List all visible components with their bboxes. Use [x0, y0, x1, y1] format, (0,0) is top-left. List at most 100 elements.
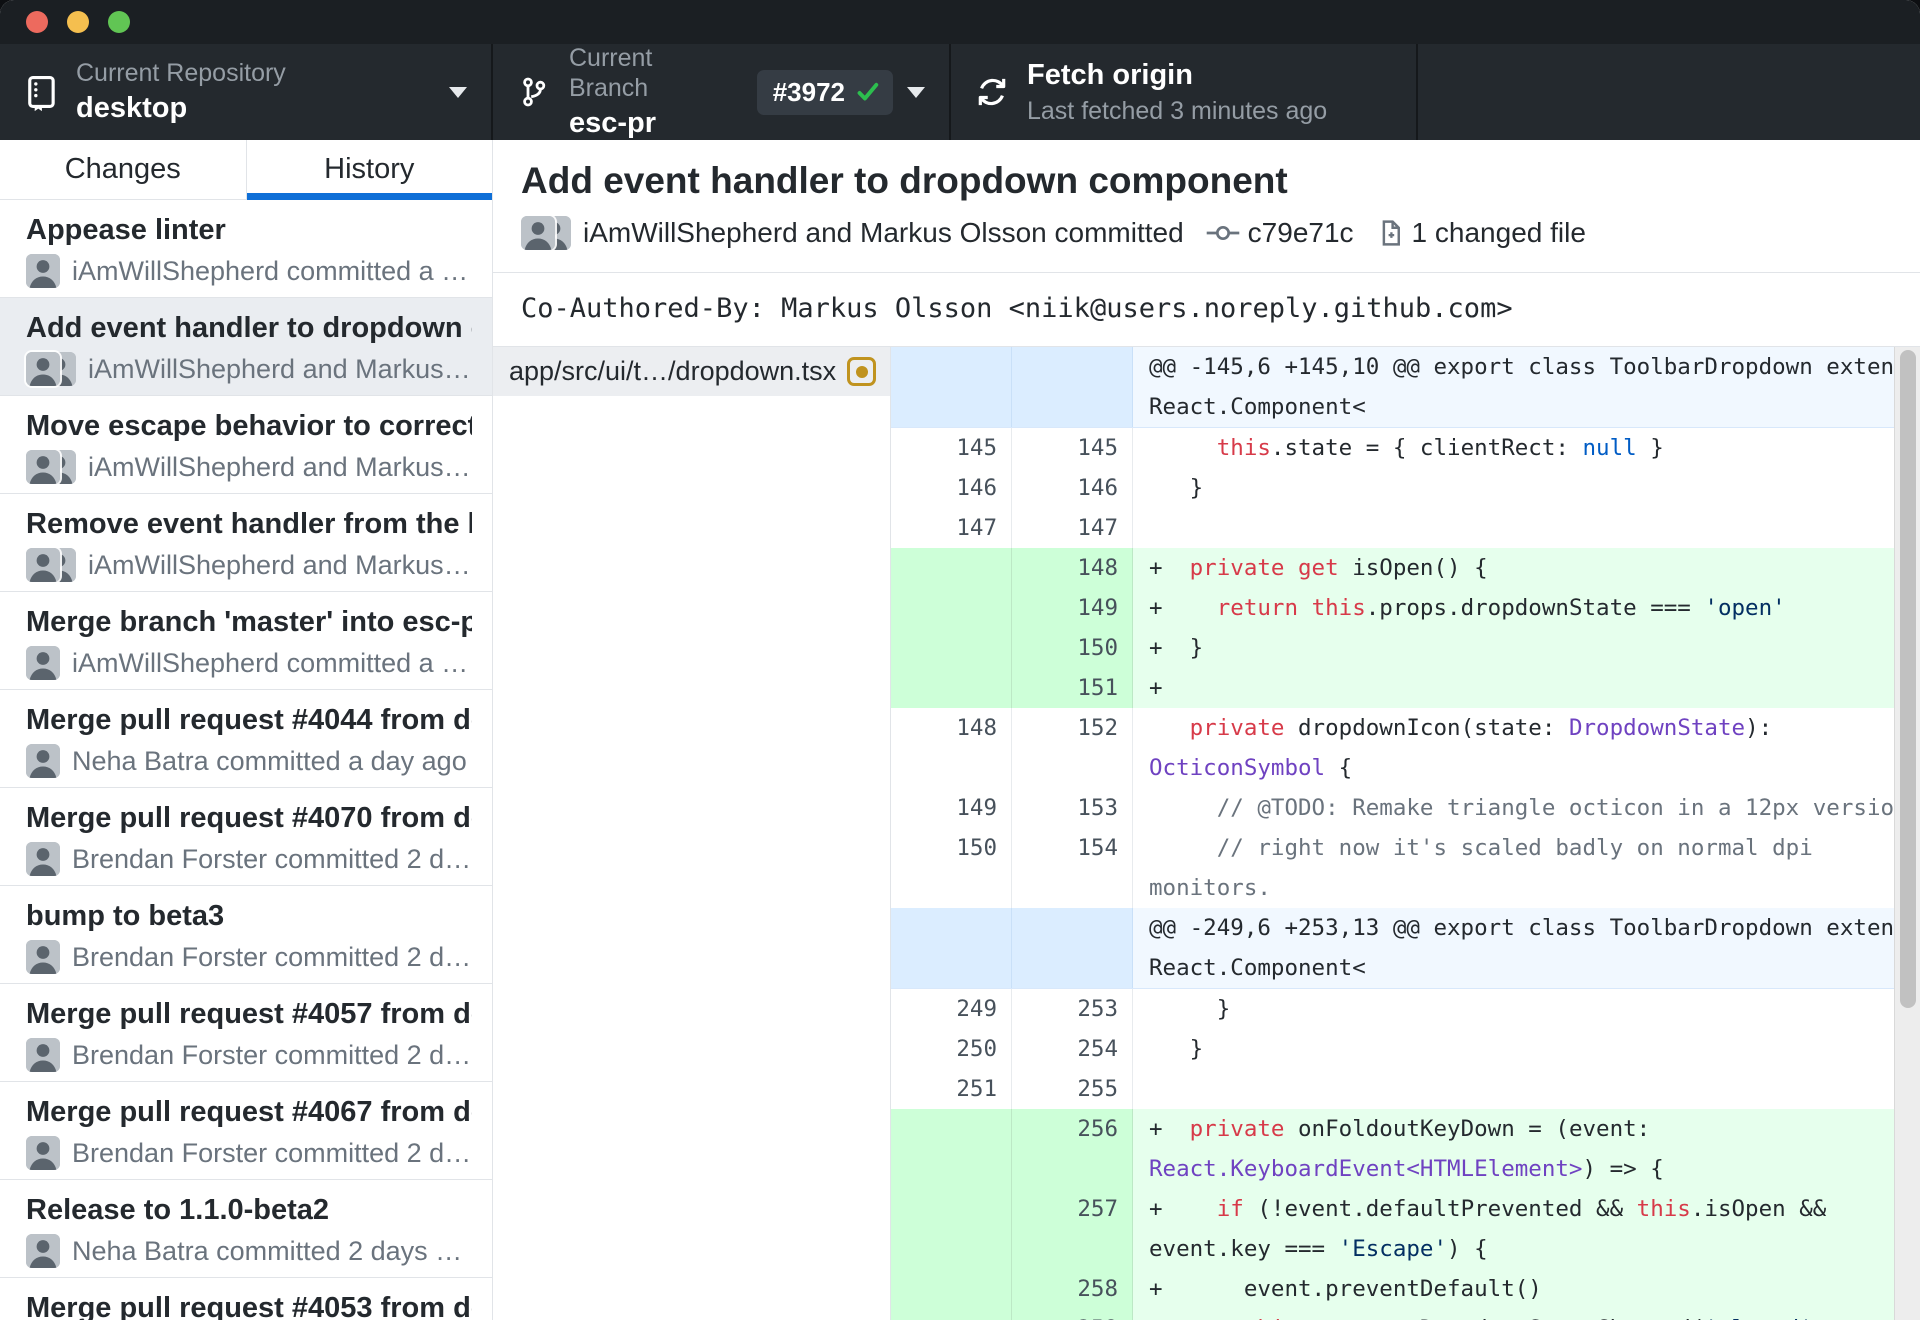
chevron-down-icon	[449, 86, 467, 98]
commit-list-item-meta: iAmWillShepherd committed a day ago	[26, 646, 472, 680]
diff-row-add: 259+ this.props.onDropdownStateChanged('…	[891, 1309, 1920, 1320]
new-line-number: 153	[1012, 788, 1133, 828]
diff-code-line: +	[1149, 675, 1163, 701]
commit-list-item[interactable]: Appease linter iAmWillShepherd committed …	[0, 200, 492, 298]
diff-row-add: 148 + private get isOpen() {	[891, 548, 1920, 588]
minimize-window-button[interactable]	[67, 11, 89, 33]
commit-authors: iAmWillShepherd and Markus Olsson commit…	[583, 217, 1184, 248]
commit-author-avatars	[26, 940, 60, 974]
avatar	[26, 940, 60, 974]
avatar	[26, 842, 60, 876]
old-line-number: 147	[891, 508, 1012, 548]
diff-code-line	[1133, 508, 1920, 548]
commit-list-item[interactable]: Remove event handler from the bran… iAmWi…	[0, 494, 492, 592]
commit-list-item[interactable]: Merge pull request #4057 from desk.. Bren…	[0, 984, 492, 1082]
avatar	[26, 548, 60, 582]
scrollbar-thumb[interactable]	[1900, 350, 1916, 1008]
new-line-number: 154	[1012, 828, 1133, 908]
old-line-number	[891, 668, 1012, 708]
commit-list-item[interactable]: Move escape behavior to correct co… iAmWi…	[0, 396, 492, 494]
commit-author-avatars	[26, 254, 60, 288]
commit-author-text: iAmWillShepherd and Markus Olsson…	[88, 549, 472, 580]
commit-author-avatars	[26, 744, 60, 778]
branch-picker-button[interactable]: Current Branch esc-pr #3972	[493, 44, 951, 140]
diff-row-ctx: 145 145 this.state = { clientRect: null }	[891, 428, 1920, 468]
old-line-number: 148	[891, 708, 1012, 788]
commit-list-item-title: Release to 1.1.0-beta2	[26, 1194, 330, 1226]
diff-row-add: 150 + }	[891, 628, 1920, 668]
commit-list-item[interactable]: Merge pull request #4070 from desk.. Bren…	[0, 788, 492, 886]
new-line-number: 152	[1012, 708, 1133, 788]
diff-code-line: }	[1149, 475, 1204, 501]
branch-name: esc-pr	[569, 107, 657, 140]
diff-code-line: + if (!event.defaultPrevented && this.is…	[1149, 1196, 1840, 1262]
tab-changes[interactable]: Changes	[0, 140, 247, 199]
commit-list-item-meta: Brendan Forster committed 2 days ago	[26, 1038, 472, 1072]
repository-picker-button[interactable]: Current Repository desktop	[0, 44, 493, 140]
fetch-origin-button[interactable]: Fetch origin Last fetched 3 minutes ago	[951, 44, 1418, 140]
diff-row-ctx: 148 152 private dropdownIcon(state: Dropd…	[891, 708, 1920, 788]
commit-list-item[interactable]: Merge pull request #4067 from desk.. Bren…	[0, 1082, 492, 1180]
old-line-number	[891, 908, 1012, 988]
new-line-number	[1012, 908, 1133, 988]
commit-list-item-title: Merge pull request #4044 from des…	[26, 704, 472, 736]
commit-list-item-title: Merge pull request #4053 from des…	[26, 1292, 472, 1320]
new-line-number: 147	[1012, 508, 1133, 548]
commit-list-item-meta: iAmWillShepherd and Markus Olsson…	[26, 352, 472, 386]
old-line-number: 150	[891, 828, 1012, 908]
diff-row-ctx: 146 146 }	[891, 468, 1920, 508]
avatar	[521, 216, 555, 250]
old-line-number	[891, 1109, 1012, 1189]
commit-summary: Add event handler to dropdown component …	[493, 140, 1920, 273]
diff-code-line: this.state = { clientRect: null }	[1216, 435, 1664, 461]
commit-list-item[interactable]: Release to 1.1.0-beta2 Neha Batra committ…	[0, 1180, 492, 1278]
file-list-item[interactable]: app/src/ui/t…/dropdown.tsx	[493, 347, 890, 396]
commit-list-item-meta: Neha Batra committed 2 days ago	[26, 1234, 472, 1268]
diff-row-ctx: 250 254 }	[891, 1029, 1920, 1069]
commit-author-text: Brendan Forster committed 2 days ago	[72, 843, 472, 874]
commit-list-item[interactable]: Merge branch 'master' into esc-pr iAmWill…	[0, 592, 492, 690]
commit-author-avatars	[26, 842, 60, 876]
commit-list-item[interactable]: bump to beta3 Brendan Forster committed 2…	[0, 886, 492, 984]
new-line-number: 256	[1012, 1109, 1133, 1189]
diff-row-ctx: 251 255	[891, 1069, 1920, 1109]
diff-code-line: // right now it's scaled badly on normal…	[1149, 835, 1827, 901]
commit-author-text: Neha Batra committed a day ago	[72, 745, 467, 776]
commit-history-list: Appease linter iAmWillShepherd committed …	[0, 200, 492, 1320]
commit-list-item-title: Appease linter	[26, 214, 226, 246]
new-line-number: 257	[1012, 1189, 1133, 1269]
avatar	[26, 1038, 60, 1072]
commit-author-text: iAmWillShepherd committed a day ago	[72, 255, 472, 286]
diff-row-hunk: @@ -249,6 +253,13 @@ export class Toolba…	[891, 908, 1920, 989]
old-line-number	[891, 548, 1012, 588]
commit-list-item-title: Merge pull request #4070 from desk..	[26, 802, 472, 834]
diff-row-add: 257 + if (!event.defaultPrevented && this…	[891, 1189, 1920, 1269]
diff-row-add: 258 + event.preventDefault()	[891, 1269, 1920, 1309]
diff-code-line: @@ -249,6 +253,13 @@ export class Toolba…	[1149, 915, 1920, 981]
close-window-button[interactable]	[26, 11, 48, 33]
commit-list-item-meta: iAmWillShepherd and Markus Olsson…	[26, 450, 472, 484]
new-line-number: 258	[1012, 1269, 1133, 1309]
commit-author-text: Brendan Forster committed 2 days ago	[72, 1039, 472, 1070]
tab-history[interactable]: History	[246, 140, 493, 200]
old-line-number: 149	[891, 788, 1012, 828]
pull-request-number: #3972	[772, 76, 845, 107]
zoom-window-button[interactable]	[108, 11, 130, 33]
commit-list-item-meta: Brendan Forster committed 2 days ago	[26, 842, 472, 876]
diff-scrollbar	[1894, 347, 1920, 1320]
commit-list-item[interactable]: Add event handler to dropdown com… iAmWil…	[0, 298, 492, 396]
commit-list-item-title: bump to beta3	[26, 900, 225, 932]
diff-code-line	[1133, 1069, 1920, 1109]
old-line-number	[891, 588, 1012, 628]
old-line-number	[891, 1269, 1012, 1309]
new-line-number: 151	[1012, 668, 1133, 708]
commit-title: Add event handler to dropdown component	[521, 160, 1288, 201]
commit-list-item[interactable]: Merge pull request #4044 from des… Neha B…	[0, 690, 492, 788]
sync-icon	[973, 72, 1011, 112]
old-line-number	[891, 628, 1012, 668]
avatar	[26, 450, 60, 484]
new-line-number: 254	[1012, 1029, 1133, 1069]
main-panel: Add event handler to dropdown component …	[493, 140, 1920, 1320]
commit-list-item[interactable]: Merge pull request #4053 from des…	[0, 1278, 492, 1320]
commit-author-avatars	[26, 1038, 60, 1072]
